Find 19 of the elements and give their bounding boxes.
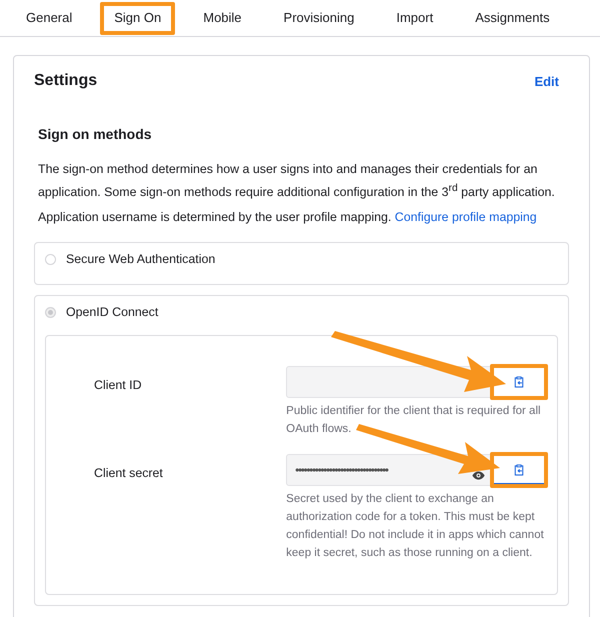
field-label: Client secret — [94, 465, 164, 482]
section-title: Sign on methods — [37, 126, 153, 142]
tab[interactable]: Provisioning — [270, 2, 368, 34]
field-label: Client ID — [94, 377, 143, 394]
username-note: Application username is determined by the user profile mapping. Configure profile mapping — [38, 210, 538, 224]
method-label: Secure Web Authentication — [66, 252, 216, 266]
tab[interactable]: Assignments — [461, 2, 564, 34]
help-text: Public identifier for the client that is required for all OAuth flows. — [286, 404, 542, 438]
tab[interactable]: Sign On — [100, 2, 176, 34]
description-text: The sign-on method determines how a user signs into and manages their credentials for an application. Some sign-on methods require additional configuration in the 3$^{rd}$ party application. — [38, 161, 556, 202]
tab[interactable]: Import — [382, 2, 448, 34]
tab[interactable]: Mobile — [189, 2, 256, 34]
tab[interactable]: General — [12, 2, 86, 34]
method-label: OpenID Connect — [66, 305, 158, 320]
card-title: Settings — [34, 72, 98, 90]
input-field[interactable]: ••••••••••••••••••••••••••••••••• — [286, 454, 492, 486]
profile-mapping-link[interactable]: Configure profile mapping — [394, 210, 537, 224]
edit-link[interactable]: Edit — [534, 74, 559, 88]
help-text: Secret used by the client to exchange an authorization code for a token. This must be kept confidential! Do not include it in apps which cannot keep it secret, such as those running on a client. — [286, 492, 545, 562]
